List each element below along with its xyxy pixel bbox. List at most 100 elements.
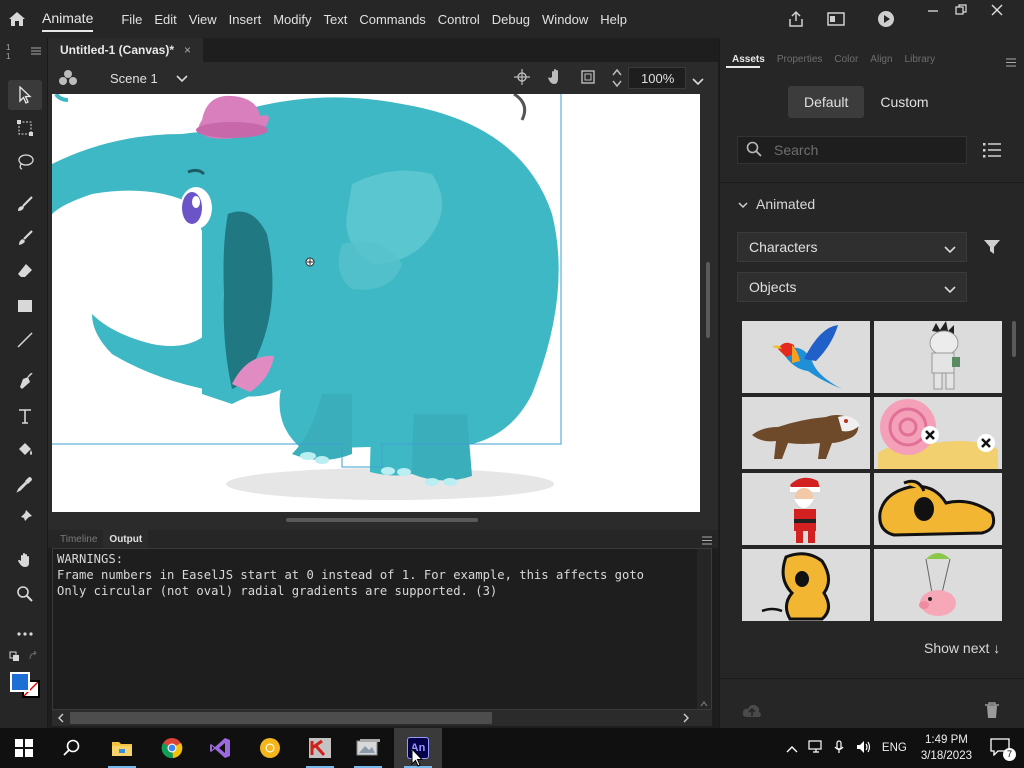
default-button[interactable]: Default	[788, 86, 865, 118]
zoom-dropdown-icon[interactable]	[692, 74, 704, 89]
clock[interactable]: 1:49 PM 3/18/2023	[921, 732, 972, 764]
stage-vertical-scrollbar[interactable]	[706, 262, 710, 338]
assets-panel-menu-icon[interactable]	[1006, 55, 1016, 70]
menu-help[interactable]: Help	[594, 12, 633, 27]
free-transform-tool-icon[interactable]	[8, 113, 42, 143]
zoom-stepper-icon[interactable]	[611, 67, 623, 92]
import-asset-icon[interactable]	[742, 703, 762, 722]
clip-content-icon[interactable]	[580, 69, 596, 88]
zoom-field[interactable]: 100%	[628, 67, 686, 89]
objects-dropdown[interactable]: Objects	[737, 272, 967, 302]
notification-icon[interactable]: 7	[990, 737, 1016, 761]
share-icon[interactable]	[776, 0, 816, 38]
clock-date: 3/18/2023	[920, 750, 972, 762]
asset-santa-thumbnail[interactable]	[742, 473, 870, 545]
stage-horizontal-scrollbar[interactable]	[286, 518, 478, 522]
image-viewer-icon[interactable]	[344, 728, 392, 768]
menu-file[interactable]: File	[115, 12, 148, 27]
stage-canvas[interactable]	[52, 94, 700, 512]
hand-tool-icon[interactable]	[8, 545, 42, 575]
tab-assets[interactable]: Assets	[726, 54, 771, 65]
characters-dropdown[interactable]: Characters	[737, 232, 967, 262]
kali-app-icon[interactable]	[296, 728, 344, 768]
asset-dog-sitting-thumbnail[interactable]	[742, 549, 870, 621]
text-tool-icon[interactable]	[8, 401, 42, 431]
chrome-icon[interactable]	[148, 728, 196, 768]
menu-debug[interactable]: Debug	[486, 12, 536, 27]
tab-library[interactable]: Library	[899, 54, 942, 65]
asset-wolf-thumbnail[interactable]	[742, 397, 870, 469]
output-console[interactable]: WARNINGS: Frame numbers in EaselJS start …	[52, 548, 712, 710]
delete-asset-icon[interactable]	[984, 701, 1000, 722]
visual-studio-icon[interactable]	[196, 728, 244, 768]
asset-mummy-thumbnail[interactable]	[874, 321, 1002, 393]
menu-view[interactable]: View	[183, 12, 223, 27]
asset-parrot-thumbnail[interactable]	[742, 321, 870, 393]
zoom-tool-icon[interactable]	[8, 579, 42, 609]
more-tools-icon[interactable]	[8, 619, 42, 649]
paint-bucket-tool-icon[interactable]	[8, 435, 42, 465]
microphone-icon[interactable]	[832, 739, 848, 757]
animated-section-header[interactable]: Animated	[738, 196, 815, 212]
lasso-tool-icon[interactable]	[8, 147, 42, 177]
menu-text[interactable]: Text	[317, 12, 353, 27]
eraser-tool-icon[interactable]	[8, 256, 42, 286]
tools-menu-icon[interactable]	[31, 47, 41, 58]
chrome-canary-icon[interactable]	[246, 728, 294, 768]
close-tab-icon[interactable]: ×	[184, 43, 191, 57]
filter-icon[interactable]	[983, 238, 1001, 259]
windows-start-icon[interactable]	[0, 728, 48, 768]
swap-colors-icon[interactable]	[9, 651, 21, 663]
tab-color[interactable]: Color	[828, 54, 864, 65]
custom-button[interactable]: Custom	[864, 86, 944, 118]
document-tab[interactable]: Untitled-1 (Canvas)* ×	[48, 38, 204, 62]
list-view-icon[interactable]	[983, 142, 1001, 161]
menu-window[interactable]: Window	[536, 12, 594, 27]
workspace-icon[interactable]	[816, 0, 856, 38]
close-window-icon[interactable]	[980, 0, 1014, 20]
home-icon[interactable]	[0, 0, 34, 38]
stroke-color-swatch[interactable]	[10, 672, 30, 692]
paint-brush-tool-icon[interactable]	[8, 223, 42, 253]
asset-dog-lying-thumbnail[interactable]	[874, 473, 1002, 545]
restore-icon[interactable]	[944, 0, 978, 20]
rotate-stage-icon[interactable]	[546, 68, 564, 89]
fluid-brush-tool-icon[interactable]	[8, 189, 42, 219]
menu-commands[interactable]: Commands	[353, 12, 431, 27]
symbol-icon[interactable]	[48, 69, 88, 87]
search-input[interactable]	[774, 142, 944, 158]
pen-tool-icon[interactable]	[8, 367, 42, 397]
search-icon[interactable]	[48, 728, 96, 768]
tab-output[interactable]: Output	[103, 530, 149, 548]
default-colors-icon[interactable]	[28, 650, 40, 663]
snap-icon[interactable]	[514, 69, 530, 88]
language-indicator[interactable]: ENG	[882, 742, 907, 754]
show-next-link[interactable]: Show next ↓	[924, 640, 1000, 656]
chevron-up-icon[interactable]	[786, 741, 798, 756]
menu-modify[interactable]: Modify	[267, 12, 317, 27]
assets-scrollbar[interactable]	[1012, 321, 1016, 357]
network-icon[interactable]	[808, 739, 824, 757]
line-tool-icon[interactable]	[8, 325, 42, 355]
selection-tool-icon[interactable]	[8, 80, 42, 110]
test-movie-icon[interactable]	[866, 0, 906, 38]
menu-edit[interactable]: Edit	[148, 12, 182, 27]
volume-icon[interactable]	[856, 740, 872, 757]
asset-pig-parachute-thumbnail[interactable]	[874, 549, 1002, 621]
panel-menu-icon[interactable]	[702, 533, 712, 548]
file-explorer-icon[interactable]	[98, 728, 146, 768]
menu-insert[interactable]: Insert	[223, 12, 268, 27]
eyedropper-tool-icon[interactable]	[8, 469, 42, 499]
asset-snail-thumbnail[interactable]	[874, 397, 1002, 469]
rectangle-tool-icon[interactable]	[8, 291, 42, 321]
scene-dropdown-icon[interactable]	[176, 71, 188, 86]
tab-timeline[interactable]: Timeline	[54, 530, 103, 548]
menu-control[interactable]: Control	[432, 12, 486, 27]
tab-align[interactable]: Align	[864, 54, 898, 65]
elephant-artwork[interactable]	[52, 94, 700, 512]
tools-collapse-icon[interactable]: 1 1	[6, 43, 10, 61]
pin-tool-icon[interactable]	[8, 502, 42, 532]
output-vertical-scrollbar[interactable]	[697, 549, 711, 709]
output-scroll-thumb[interactable]	[70, 712, 492, 724]
tab-properties[interactable]: Properties	[771, 54, 829, 65]
